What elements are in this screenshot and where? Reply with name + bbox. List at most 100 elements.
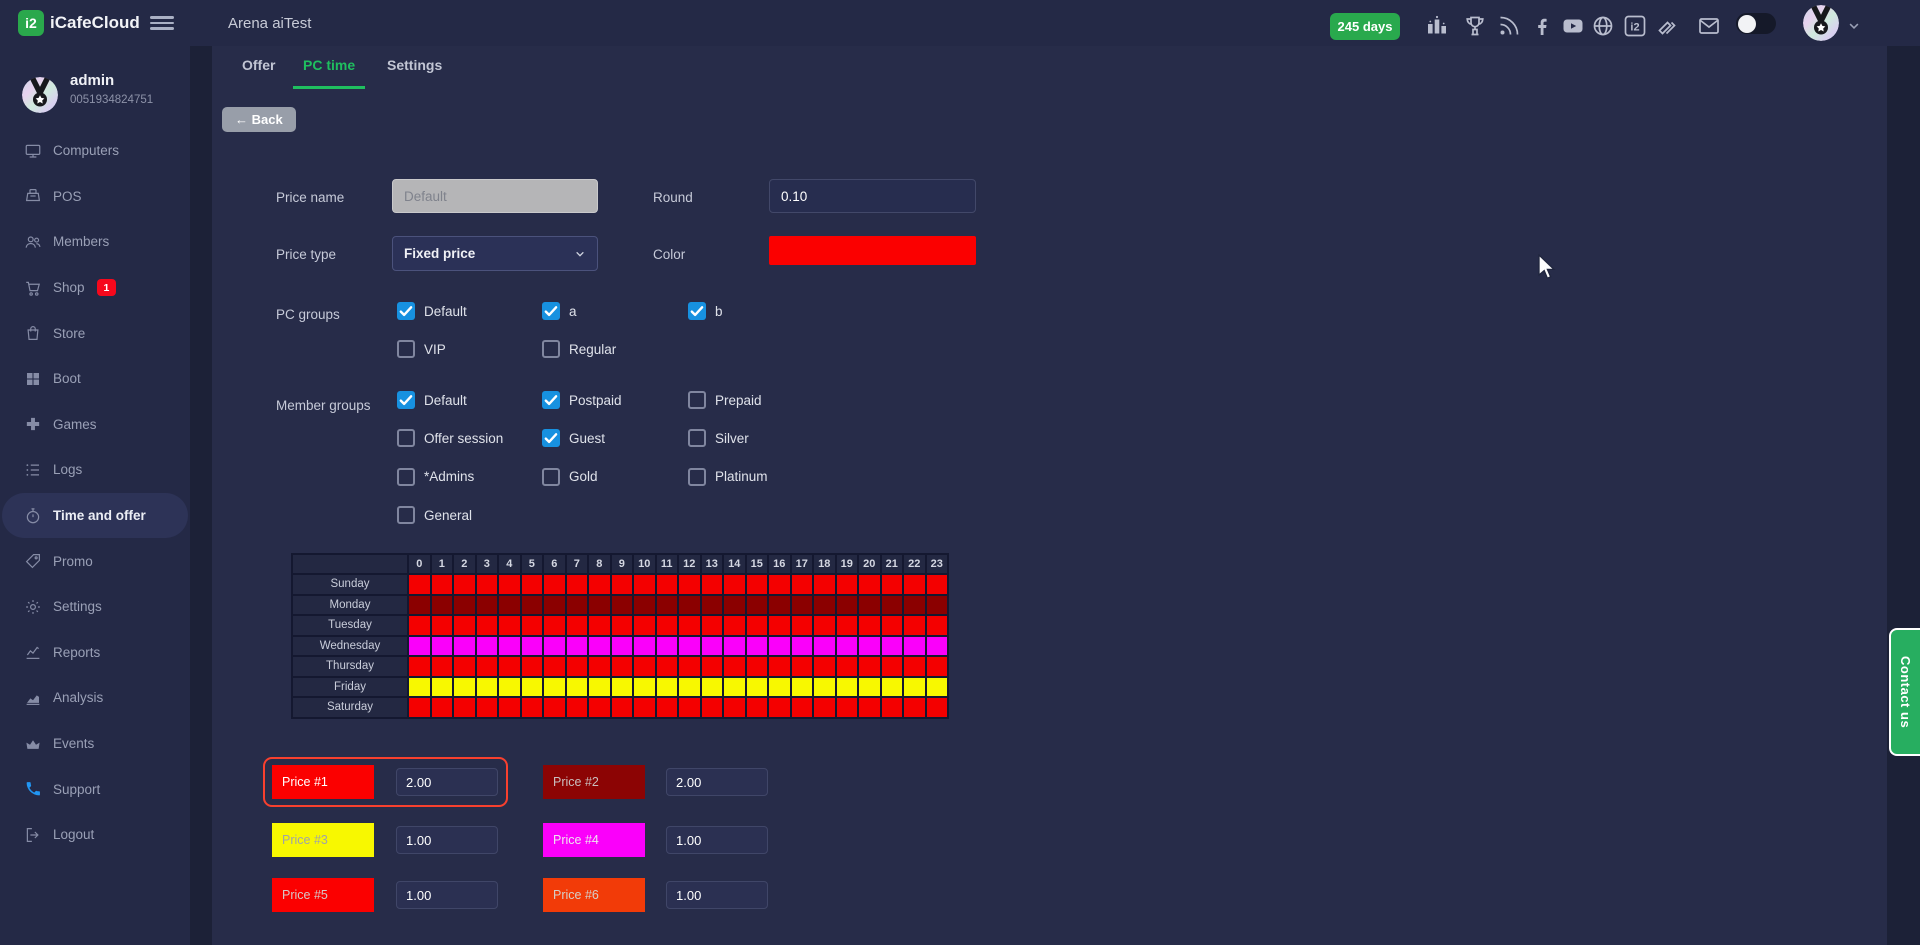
schedule-cell[interactable] bbox=[858, 636, 881, 657]
schedule-cell[interactable] bbox=[723, 677, 746, 698]
schedule-cell[interactable] bbox=[431, 697, 454, 718]
schedule-cell[interactable] bbox=[543, 595, 566, 616]
schedule-cell[interactable] bbox=[588, 574, 611, 595]
schedule-cell[interactable] bbox=[498, 595, 521, 616]
sidebar-item-settings[interactable]: Settings bbox=[0, 584, 190, 630]
price-button-1[interactable]: Price #1 bbox=[272, 765, 374, 799]
pc-group-option-vip[interactable]: VIP bbox=[397, 340, 446, 358]
sidebar-item-reports[interactable]: Reports bbox=[0, 630, 190, 676]
schedule-cell[interactable] bbox=[656, 574, 679, 595]
schedule-cell[interactable] bbox=[768, 615, 791, 636]
schedule-cell[interactable] bbox=[476, 697, 499, 718]
pc-group-option-a[interactable]: a bbox=[542, 302, 577, 320]
member-group-option-silver[interactable]: Silver bbox=[688, 429, 749, 447]
schedule-cell[interactable] bbox=[881, 697, 904, 718]
schedule-cell[interactable] bbox=[836, 636, 859, 657]
member-group-option-postpaid[interactable]: Postpaid bbox=[542, 391, 622, 409]
schedule-cell[interactable] bbox=[858, 615, 881, 636]
schedule-cell[interactable] bbox=[498, 697, 521, 718]
schedule-cell[interactable] bbox=[791, 574, 814, 595]
profile-avatar[interactable] bbox=[22, 77, 58, 113]
schedule-cell[interactable] bbox=[408, 615, 431, 636]
schedule-cell[interactable] bbox=[701, 574, 724, 595]
schedule-cell[interactable] bbox=[881, 636, 904, 657]
schedule-cell[interactable] bbox=[656, 636, 679, 657]
schedule-cell[interactable] bbox=[858, 656, 881, 677]
member-group-option-default[interactable]: Default bbox=[397, 391, 467, 409]
sidebar-item-members[interactable]: Members bbox=[0, 219, 190, 265]
checkbox-checked[interactable] bbox=[542, 391, 560, 409]
schedule-cell[interactable] bbox=[408, 697, 431, 718]
schedule-cell[interactable] bbox=[903, 677, 926, 698]
schedule-cell[interactable] bbox=[903, 574, 926, 595]
schedule-cell[interactable] bbox=[768, 656, 791, 677]
schedule-cell[interactable] bbox=[701, 595, 724, 616]
member-group-option-platinum[interactable]: Platinum bbox=[688, 468, 768, 486]
schedule-cell[interactable] bbox=[656, 677, 679, 698]
schedule-cell[interactable] bbox=[543, 615, 566, 636]
schedule-cell[interactable] bbox=[633, 697, 656, 718]
schedule-cell[interactable] bbox=[566, 595, 589, 616]
schedule-cell[interactable] bbox=[588, 636, 611, 657]
schedule-cell[interactable] bbox=[521, 677, 544, 698]
schedule-cell[interactable] bbox=[678, 656, 701, 677]
schedule-cell[interactable] bbox=[813, 595, 836, 616]
schedule-cell[interactable] bbox=[588, 656, 611, 677]
sidebar-item-shop[interactable]: Shop1 bbox=[0, 265, 190, 311]
schedule-cell[interactable] bbox=[903, 636, 926, 657]
schedule-cell[interactable] bbox=[611, 615, 634, 636]
schedule-cell[interactable] bbox=[903, 656, 926, 677]
schedule-cell[interactable] bbox=[431, 615, 454, 636]
schedule-cell[interactable] bbox=[453, 574, 476, 595]
sidebar-item-store[interactable]: Store bbox=[0, 310, 190, 356]
checkbox-checked[interactable] bbox=[542, 302, 560, 320]
schedule-cell[interactable] bbox=[633, 595, 656, 616]
schedule-cell[interactable] bbox=[408, 636, 431, 657]
schedule-cell[interactable] bbox=[903, 697, 926, 718]
schedule-cell[interactable] bbox=[588, 677, 611, 698]
schedule-cell[interactable] bbox=[768, 697, 791, 718]
schedule-cell[interactable] bbox=[498, 656, 521, 677]
schedule-cell[interactable] bbox=[656, 697, 679, 718]
schedule-cell[interactable] bbox=[611, 677, 634, 698]
schedule-cell[interactable] bbox=[633, 636, 656, 657]
schedule-cell[interactable] bbox=[521, 574, 544, 595]
sidebar-item-time-and-offer[interactable]: Time and offer bbox=[2, 493, 188, 539]
schedule-cell[interactable] bbox=[476, 595, 499, 616]
schedule-cell[interactable] bbox=[791, 595, 814, 616]
schedule-cell[interactable] bbox=[678, 677, 701, 698]
schedule-cell[interactable] bbox=[746, 656, 769, 677]
schedule-cell[interactable] bbox=[881, 574, 904, 595]
schedule-cell[interactable] bbox=[453, 636, 476, 657]
schedule-cell[interactable] bbox=[566, 677, 589, 698]
schedule-cell[interactable] bbox=[678, 697, 701, 718]
schedule-cell[interactable] bbox=[566, 636, 589, 657]
schedule-cell[interactable] bbox=[723, 636, 746, 657]
schedule-cell[interactable] bbox=[746, 677, 769, 698]
schedule-cell[interactable] bbox=[476, 677, 499, 698]
schedule-cell[interactable] bbox=[521, 595, 544, 616]
sidebar-item-boot[interactable]: Boot bbox=[0, 356, 190, 402]
schedule-cell[interactable] bbox=[791, 636, 814, 657]
schedule-cell[interactable] bbox=[881, 595, 904, 616]
schedule-cell[interactable] bbox=[858, 595, 881, 616]
trophy-icon[interactable] bbox=[1463, 14, 1487, 38]
back-button[interactable]: ← Back bbox=[222, 107, 296, 132]
rss-icon[interactable] bbox=[1497, 14, 1521, 38]
schedule-cell[interactable] bbox=[431, 636, 454, 657]
sidebar-item-games[interactable]: Games bbox=[0, 402, 190, 448]
sidebar-item-logs[interactable]: Logs bbox=[0, 447, 190, 493]
schedule-cell[interactable] bbox=[611, 574, 634, 595]
schedule-cell[interactable] bbox=[768, 574, 791, 595]
chevron-down-icon[interactable] bbox=[1847, 19, 1861, 33]
schedule-cell[interactable] bbox=[791, 697, 814, 718]
tab-offer[interactable]: Offer bbox=[232, 57, 285, 86]
schedule-cell[interactable] bbox=[858, 697, 881, 718]
facebook-icon[interactable] bbox=[1530, 14, 1554, 38]
schedule-cell[interactable] bbox=[926, 636, 949, 657]
schedule-cell[interactable] bbox=[678, 595, 701, 616]
ranking-icon[interactable] bbox=[1425, 14, 1449, 38]
schedule-cell[interactable] bbox=[521, 636, 544, 657]
schedule-cell[interactable] bbox=[813, 697, 836, 718]
price-value-input-3[interactable] bbox=[396, 826, 498, 854]
